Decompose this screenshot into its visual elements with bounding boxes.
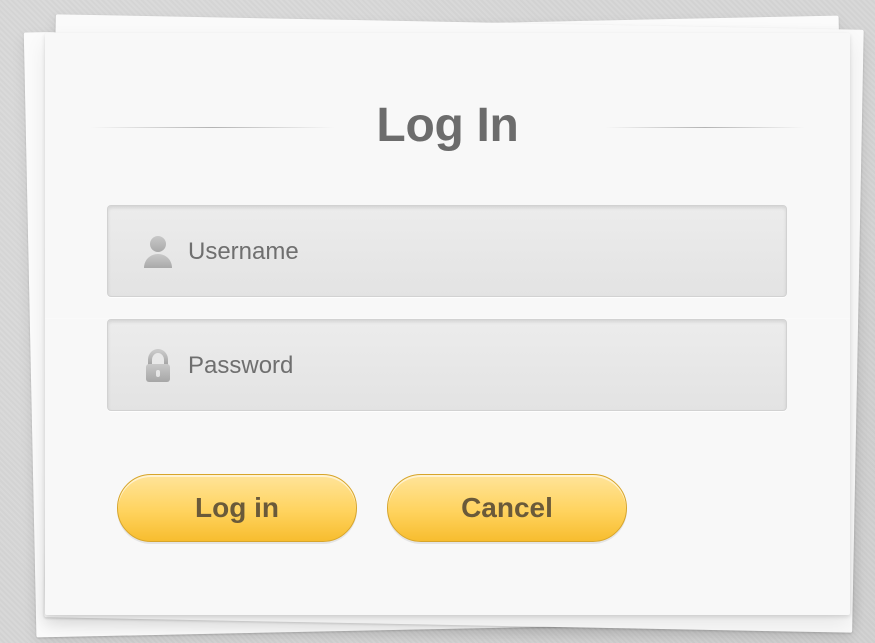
cancel-button-label: Cancel bbox=[461, 492, 553, 523]
login-button-label: Log in bbox=[195, 492, 279, 523]
login-button[interactable]: Log in bbox=[117, 474, 357, 542]
user-icon bbox=[138, 232, 178, 272]
lock-icon bbox=[138, 346, 178, 386]
cancel-button[interactable]: Cancel bbox=[387, 474, 627, 542]
username-input[interactable] bbox=[188, 206, 748, 298]
password-field[interactable] bbox=[107, 319, 787, 412]
title-right-line bbox=[605, 127, 805, 128]
username-field[interactable] bbox=[107, 205, 787, 298]
title-row: Log In bbox=[45, 92, 850, 162]
password-input[interactable] bbox=[188, 320, 748, 412]
page-title: Log In bbox=[376, 99, 519, 152]
